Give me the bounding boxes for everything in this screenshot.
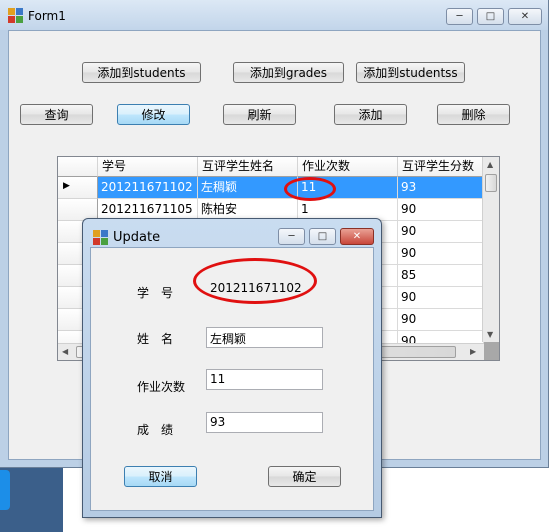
add-to-studentss-button[interactable]: 添加到studentss [356, 62, 465, 83]
grid-cell-score[interactable]: 90 [398, 199, 484, 221]
scroll-down-arrow-icon[interactable]: ▼ [487, 330, 493, 339]
add-to-students-button[interactable]: 添加到students [82, 62, 201, 83]
label-id: 学 号 [137, 286, 174, 300]
scroll-right-arrow-icon[interactable]: ▶ [470, 347, 476, 356]
refresh-button[interactable]: 刷新 [223, 104, 296, 125]
delete-button[interactable]: 删除 [437, 104, 510, 125]
label-name: 姓 名 [137, 332, 174, 346]
dialog-app-icon [93, 230, 109, 246]
taskbar-app-icon[interactable] [0, 470, 10, 510]
scroll-up-arrow-icon[interactable]: ▲ [487, 160, 493, 169]
close-icon[interactable]: ✕ [508, 8, 542, 25]
add-to-grades-button[interactable]: 添加到grades [233, 62, 344, 83]
dialog-close-icon[interactable]: ✕ [340, 228, 374, 245]
app-icon [8, 8, 24, 24]
form1-title: Form1 [28, 9, 66, 23]
grid-cell-id[interactable]: 201211671102 [98, 177, 198, 199]
times-field[interactable]: 11 [206, 369, 323, 390]
column-header-score[interactable]: 互评学生分数 [398, 157, 484, 177]
maximize-icon[interactable]: □ [477, 8, 504, 25]
dialog-minimize-icon[interactable]: ─ [278, 228, 305, 245]
minimize-icon[interactable]: ─ [446, 8, 473, 25]
cancel-button[interactable]: 取消 [124, 466, 197, 487]
column-header-name[interactable]: 互评学生姓名 [198, 157, 298, 177]
row-header[interactable]: ▶ [58, 177, 98, 199]
add-button[interactable]: 添加 [334, 104, 407, 125]
grid-cell-score[interactable]: 90 [398, 243, 484, 265]
label-score: 成 绩 [137, 423, 174, 437]
vertical-scroll-thumb[interactable] [485, 174, 497, 192]
grid-cell-score[interactable]: 85 [398, 265, 484, 287]
modify-button[interactable]: 修改 [117, 104, 190, 125]
current-row-indicator-icon: ▶ [63, 181, 70, 191]
name-field[interactable]: 左稠颖 [206, 327, 323, 348]
annotation-circle-dialog [193, 258, 317, 304]
grid-cell-name[interactable]: 左稠颖 [198, 177, 298, 199]
ok-button[interactable]: 确定 [268, 466, 341, 487]
score-field[interactable]: 93 [206, 412, 323, 433]
grid-cell-score[interactable]: 90 [398, 221, 484, 243]
label-times: 作业次数 [137, 380, 186, 394]
scroll-left-arrow-icon[interactable]: ◀ [62, 347, 68, 356]
update-title: Update [113, 230, 161, 245]
grid-cell-score[interactable]: 90 [398, 309, 484, 331]
column-header-id[interactable]: 学号 [98, 157, 198, 177]
dialog-maximize-icon[interactable]: □ [309, 228, 336, 245]
grid-cell-score[interactable]: 90 [398, 287, 484, 309]
query-button[interactable]: 查询 [20, 104, 93, 125]
annotation-circle-grid [284, 177, 336, 201]
column-header-times[interactable]: 作业次数 [298, 157, 398, 177]
grid-cell-score[interactable]: 93 [398, 177, 484, 199]
grid-header: 学号 互评学生姓名 作业次数 互评学生分数 [58, 157, 499, 177]
grid-vertical-scrollbar[interactable]: ▲ ▼ [482, 157, 499, 342]
form1-titlebar[interactable]: Form1 ─ □ ✕ [0, 0, 548, 30]
header-corner [58, 157, 98, 177]
